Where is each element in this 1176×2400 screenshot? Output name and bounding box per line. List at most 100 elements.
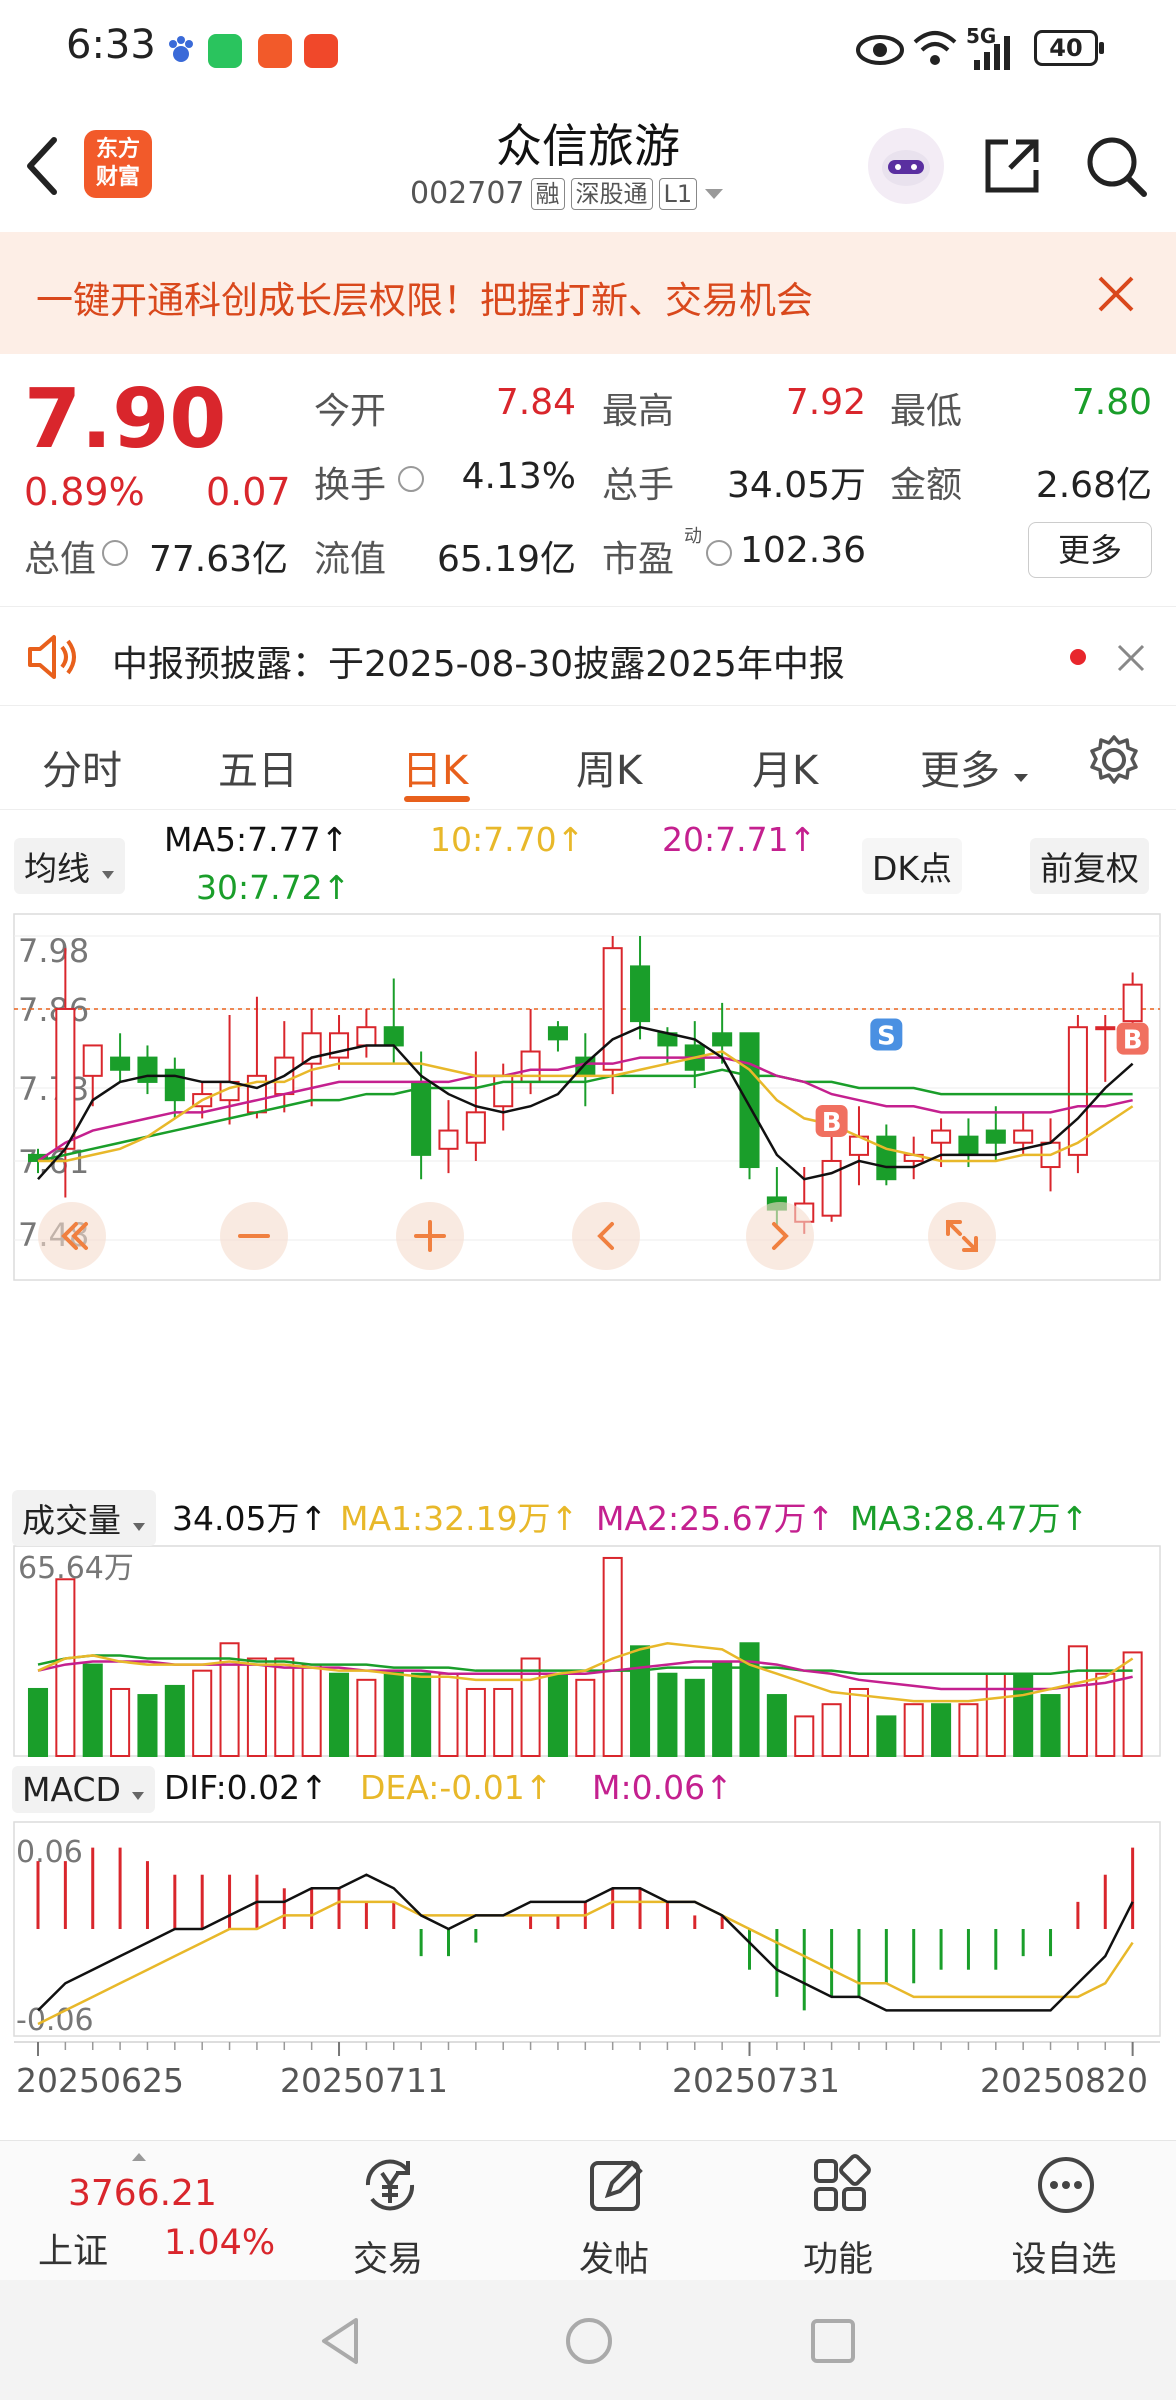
float-value: 65.19亿: [436, 539, 576, 580]
volume-bar: [1013, 1672, 1034, 1757]
macd-m-legend: M:0.06↑: [592, 1768, 733, 1807]
change-percent: 0.89%: [24, 470, 145, 514]
settings-gear-icon[interactable]: [1088, 734, 1140, 790]
candle-body[interactable]: [520, 1050, 541, 1083]
more-button[interactable]: 更多: [1028, 522, 1152, 578]
dk-point-button[interactable]: DK点: [862, 838, 963, 894]
pe-label: 市盈: [602, 539, 675, 580]
candle-body[interactable]: [931, 1129, 952, 1144]
robot-avatar-icon[interactable]: [868, 128, 944, 204]
nav-post[interactable]: 发帖: [514, 2141, 714, 2281]
candle-body[interactable]: [575, 1056, 596, 1077]
candle-body[interactable]: [465, 1111, 486, 1144]
close-icon[interactable]: [1096, 274, 1136, 318]
index-widget[interactable]: 3766.21 上证 1.04%: [0, 2141, 300, 2281]
vol-ma2-text: MA2:25.67万: [596, 1499, 807, 1538]
pe-value: 102.36: [740, 530, 866, 571]
candle-body[interactable]: [164, 1068, 185, 1102]
low-label: 最低: [890, 391, 963, 432]
dropdown-icon: [705, 188, 724, 199]
volume-bar: [821, 1703, 842, 1758]
candle-body[interactable]: [1122, 983, 1143, 1023]
indicator-selector-label: 均线: [24, 849, 90, 888]
back-nav-icon[interactable]: [318, 2316, 362, 2370]
candle-body[interactable]: [985, 1129, 1006, 1144]
fullscreen-icon[interactable]: [928, 1202, 996, 1270]
ma5-legend: MA5:7.77↑: [164, 820, 348, 859]
candle-body[interactable]: [602, 947, 623, 1071]
promo-banner[interactable]: 一键开通科创成长层权限！把握打新、交易机会: [0, 232, 1176, 354]
macd-tick-label: 0.06: [16, 1835, 83, 1870]
volume-legend-text: 34.05万: [172, 1499, 300, 1538]
candle-body[interactable]: [383, 1026, 404, 1047]
candle-body[interactable]: [438, 1129, 459, 1150]
macd-m-text: M:0.06: [592, 1768, 706, 1807]
candle-body[interactable]: [547, 1026, 568, 1041]
tab-weekly-k[interactable]: 周K: [576, 738, 642, 796]
volume-selector[interactable]: 成交量: [12, 1490, 156, 1546]
candle-body[interactable]: [630, 965, 651, 1023]
tab-five-day[interactable]: 五日: [218, 738, 298, 796]
volume-bar: [55, 1578, 76, 1758]
tab-monthly-k[interactable]: 月K: [752, 738, 818, 796]
info-icon[interactable]: [398, 466, 424, 492]
nav-function-label: 功能: [802, 2240, 873, 2280]
x-axis-date-label: 20250820: [980, 2061, 1148, 2100]
candle-body[interactable]: [301, 1032, 322, 1065]
volume-bar: [246, 1657, 267, 1757]
home-nav-icon[interactable]: [564, 2316, 614, 2370]
volume-bar: [328, 1672, 350, 1757]
nav-function[interactable]: 功能: [738, 2141, 938, 2281]
buy-marker-label: B: [822, 1108, 842, 1138]
candle-body[interactable]: [712, 1032, 733, 1047]
candle-body[interactable]: [110, 1056, 131, 1071]
close-icon[interactable]: [1116, 643, 1146, 677]
left-icon[interactable]: [572, 1202, 640, 1270]
recents-nav-icon[interactable]: [810, 2318, 856, 2368]
search-icon[interactable]: [1084, 134, 1148, 202]
candle-body[interactable]: [356, 1026, 377, 1047]
volume-bar: [438, 1672, 459, 1757]
notice-bar[interactable]: 中报预披露：于2025-08-30披露2025年中报: [0, 606, 1176, 706]
right-icon[interactable]: [746, 1202, 814, 1270]
volume-bar: [1040, 1694, 1061, 1757]
volume-bar: [356, 1678, 377, 1757]
candle-body[interactable]: [739, 1032, 760, 1169]
margin-tag: 融: [530, 177, 565, 210]
ma10-legend: 10:7.70↑: [430, 820, 584, 859]
open-value: 7.84: [495, 382, 576, 423]
info-icon[interactable]: [102, 540, 128, 566]
index-change: 1.04%: [164, 2223, 276, 2263]
candle-body[interactable]: [82, 1044, 103, 1077]
candle-body[interactable]: [1095, 1026, 1116, 1031]
volume-bar: [274, 1657, 295, 1757]
macd-selector[interactable]: MACD: [12, 1766, 156, 1813]
macd-dif-text: DIF:0.02: [164, 1768, 301, 1807]
nav-add-watchlist[interactable]: 设自选: [964, 2141, 1164, 2281]
volume-bar: [985, 1672, 1006, 1757]
indicator-selector[interactable]: 均线: [14, 838, 125, 894]
candle-body[interactable]: [411, 1080, 432, 1156]
more-dots-icon: [1038, 2157, 1094, 2213]
tab-daily-k[interactable]: 日K: [402, 738, 468, 796]
tab-intraday[interactable]: 分时: [42, 738, 122, 796]
candle-body[interactable]: [1067, 1026, 1088, 1156]
tab-more[interactable]: 更多: [920, 738, 1029, 796]
connect-tag: 深股通: [570, 177, 653, 210]
adjust-button[interactable]: 前复权: [1030, 838, 1149, 894]
candle-body[interactable]: [55, 1007, 76, 1150]
x-axis-date-label: 20250711: [280, 2061, 448, 2100]
buy-marker-label: B: [1123, 1026, 1143, 1056]
nav-trade[interactable]: 交易: [288, 2141, 488, 2281]
candle-body[interactable]: [493, 1074, 514, 1108]
candle-body[interactable]: [958, 1135, 979, 1156]
candle-body[interactable]: [1013, 1129, 1034, 1144]
turnover-label: 换手: [314, 465, 387, 506]
candle-body[interactable]: [876, 1135, 897, 1181]
index-value: 3766.21: [68, 2173, 217, 2214]
info-icon[interactable]: [706, 540, 732, 566]
stock-code-row[interactable]: 002707 融 深股通 L1: [410, 176, 725, 211]
volume-bar: [164, 1684, 185, 1757]
share-icon[interactable]: [982, 134, 1044, 200]
volume-bar: [1095, 1672, 1116, 1757]
